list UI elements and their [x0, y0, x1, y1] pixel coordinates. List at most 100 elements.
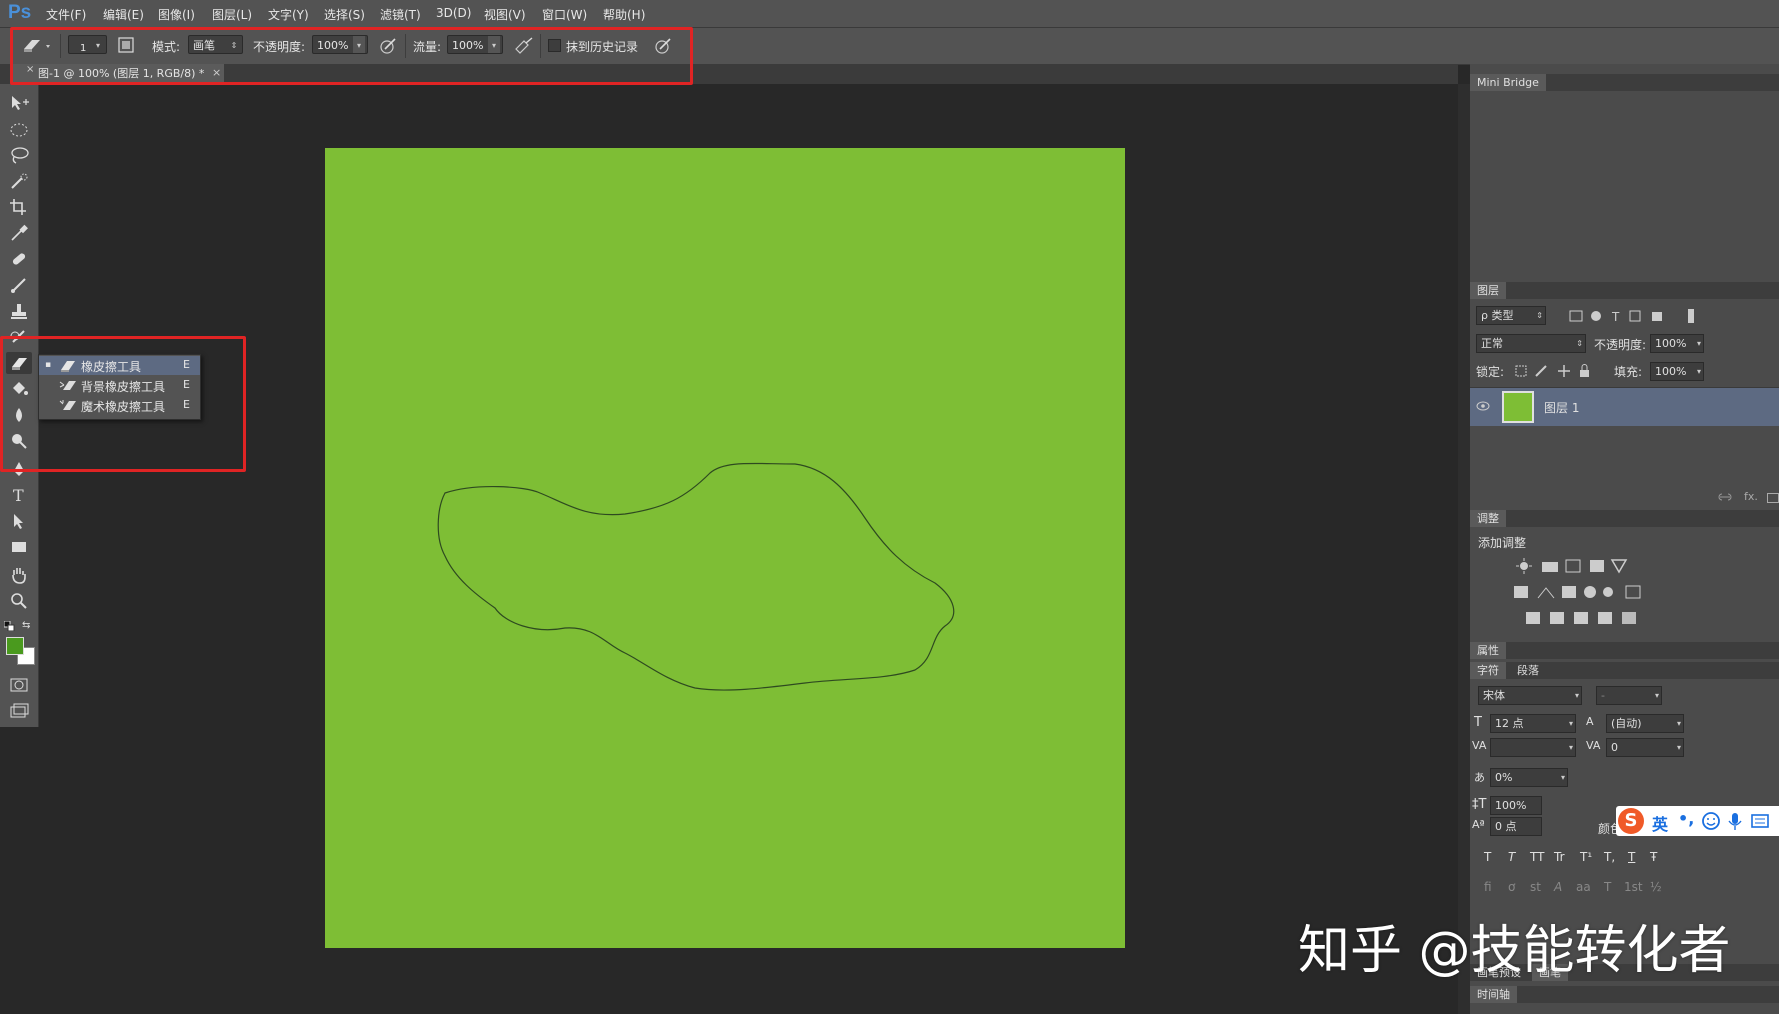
chevron-down-icon: ▾ [1560, 773, 1565, 782]
ime-punct[interactable]: •, [1678, 809, 1694, 828]
faux-italic-button[interactable]: T [1508, 850, 1515, 864]
chevron-down-icon: ▾ [1676, 719, 1681, 728]
menu-bar: Ps 文件(F) 编辑(E) 图像(I) 图层(L) 文字(Y) 选择(S) 滤… [0, 0, 1779, 28]
right-panels: Mini Bridge 图层 ρ 类型 ⇕ T 正常 ⇕ 不透明度: 100% ▾ 锁… [1470, 64, 1779, 1014]
fill-input[interactable]: 100% ▾ [1650, 362, 1704, 381]
marquee-tool-icon [10, 123, 28, 137]
type-tool[interactable]: T [6, 484, 32, 506]
underline-button[interactable]: T [1628, 850, 1635, 864]
tab-character[interactable]: 字符 [1470, 662, 1506, 679]
kerning-input[interactable]: ▾ [1490, 738, 1576, 757]
subscript-button[interactable]: T, [1604, 850, 1615, 864]
layer-row[interactable]: 图层 1 [1470, 388, 1779, 426]
rectangle-tool-icon [12, 542, 26, 552]
link-icon[interactable] [1718, 492, 1732, 502]
adjustment-icons[interactable] [1514, 556, 1674, 636]
lasso-tool[interactable] [6, 144, 32, 166]
ime-tool-icons[interactable] [1702, 812, 1778, 832]
stylistic-button[interactable]: st [1530, 880, 1541, 894]
leading-icon: A [1586, 715, 1594, 728]
eyedropper-tool[interactable] [6, 222, 32, 244]
quick-mask-icon [10, 678, 28, 692]
menu-layer[interactable]: 图层(L) [212, 6, 252, 23]
tsume-value: 0% [1495, 771, 1513, 784]
ornaments-button[interactable]: T [1604, 880, 1611, 894]
ordinals-button[interactable]: 1st [1624, 880, 1643, 894]
tsume-icon: あ [1474, 771, 1485, 784]
default-colors-icon[interactable] [3, 620, 15, 632]
layer-name[interactable]: 图层 1 [1544, 399, 1579, 416]
clone-stamp-tool[interactable] [6, 300, 32, 322]
menu-window[interactable]: 窗口(W) [542, 6, 587, 23]
font-family-select[interactable]: 宋体 ▾ [1478, 686, 1582, 705]
fx-button[interactable]: fx. [1744, 490, 1758, 503]
zoom-tool[interactable] [6, 590, 32, 612]
lasso-tool-icon [11, 147, 29, 164]
eye-icon[interactable] [1476, 401, 1490, 411]
tab-layers[interactable]: 图层 [1470, 282, 1506, 299]
brush-tool[interactable] [6, 274, 32, 296]
crop-tool-icon [10, 199, 26, 215]
baseline-input[interactable]: 0 点 [1490, 817, 1542, 836]
ligature-button[interactable]: fi [1484, 880, 1492, 894]
vertical-scroll-track[interactable] [1458, 84, 1470, 1014]
font-style-value: - [1601, 689, 1605, 702]
vscale-icon: ‡T [1472, 797, 1487, 812]
chevron-updown-icon: ⇕ [1536, 311, 1543, 320]
menu-help[interactable]: 帮助(H) [603, 6, 645, 23]
tracking-input[interactable]: 0 ▾ [1606, 738, 1684, 757]
superscript-button[interactable]: T¹ [1580, 850, 1592, 864]
faux-bold-button[interactable]: T [1484, 850, 1491, 864]
old-style-button[interactable]: ơ [1508, 880, 1515, 894]
tab-adjustments[interactable]: 调整 [1470, 510, 1506, 527]
chevron-updown-icon: ⇕ [1576, 339, 1583, 348]
rectangle-tool[interactable] [6, 536, 32, 558]
menu-image[interactable]: 图像(I) [158, 6, 195, 23]
leading-input[interactable]: (自动) ▾ [1606, 714, 1684, 733]
swap-colors-icon[interactable]: ⇆ [22, 620, 30, 631]
menu-3d[interactable]: 3D(D) [436, 6, 471, 20]
small-caps-button[interactable]: Tr [1554, 850, 1565, 864]
font-style-select[interactable]: - ▾ [1596, 686, 1662, 705]
quick-mask-button[interactable] [6, 674, 32, 696]
fractions-button[interactable]: ½ [1650, 880, 1662, 894]
menu-type[interactable]: 文字(Y) [268, 6, 309, 23]
quick-select-tool[interactable] [6, 170, 32, 192]
font-size-input[interactable]: 12 点 ▾ [1490, 714, 1576, 733]
healing-brush-tool[interactable] [6, 248, 32, 270]
all-caps-button[interactable]: TT [1530, 850, 1544, 864]
document-canvas[interactable] [325, 148, 1125, 948]
ime-toolbar[interactable]: S 英 •, [1616, 806, 1779, 836]
photoshop-logo: Ps [8, 2, 32, 23]
menu-select[interactable]: 选择(S) [324, 6, 365, 23]
layer-mask-icon[interactable] [1767, 493, 1779, 503]
menu-view[interactable]: 视图(V) [484, 6, 526, 23]
layer-filter-select[interactable]: ρ 类型 ⇕ [1476, 306, 1546, 325]
tab-timeline[interactable]: 时间轴 [1470, 986, 1517, 1003]
foreground-color-swatch[interactable] [6, 637, 24, 655]
tab-paragraph[interactable]: 段落 [1510, 662, 1546, 679]
move-tool[interactable] [6, 92, 32, 114]
blend-mode-select[interactable]: 正常 ⇕ [1476, 334, 1586, 353]
marquee-tool[interactable] [6, 118, 32, 140]
tab-properties[interactable]: 属性 [1470, 642, 1506, 659]
layer-filter-icons[interactable]: T [1568, 308, 1708, 324]
hand-tool[interactable] [6, 564, 32, 586]
layer-opacity-value: 100% [1655, 337, 1687, 350]
menu-edit[interactable]: 编辑(E) [103, 6, 144, 23]
screen-mode-button[interactable] [6, 700, 32, 722]
strikethrough-button[interactable]: Ŧ [1650, 850, 1657, 864]
menu-filter[interactable]: 滤镜(T) [380, 6, 421, 23]
titling-button[interactable]: aa [1576, 880, 1591, 894]
swash-button[interactable]: A [1554, 880, 1562, 894]
lock-icons[interactable] [1514, 363, 1604, 379]
crop-tool[interactable] [6, 196, 32, 218]
vertical-scale-input[interactable]: 100% [1490, 796, 1542, 815]
chevron-down-icon: ▾ [1654, 691, 1659, 700]
menu-file[interactable]: 文件(F) [46, 6, 86, 23]
ime-lang[interactable]: 英 [1652, 811, 1668, 835]
tab-mini-bridge[interactable]: Mini Bridge [1470, 74, 1546, 91]
tsume-input[interactable]: 0% ▾ [1490, 768, 1568, 787]
path-select-tool[interactable] [6, 510, 32, 532]
layer-opacity-input[interactable]: 100% ▾ [1650, 334, 1704, 353]
